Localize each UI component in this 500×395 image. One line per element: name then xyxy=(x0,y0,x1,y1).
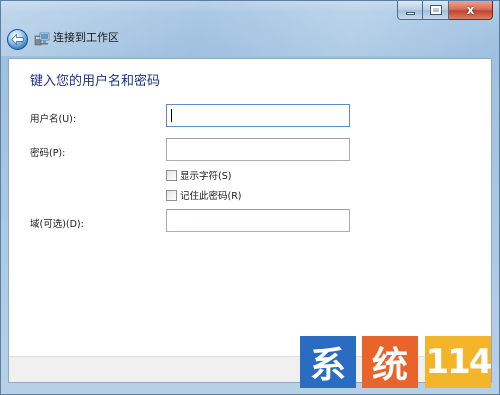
domain-label: 域(可选)(D): xyxy=(30,219,84,230)
minimize-icon xyxy=(405,11,415,15)
password-label: 密码(P): xyxy=(30,148,66,159)
remember-password-option[interactable]: 记住此密码(R) xyxy=(166,188,242,202)
maximize-button[interactable] xyxy=(423,1,449,20)
watermark-tile-1: 系 xyxy=(300,336,356,388)
username-field[interactable] xyxy=(166,104,350,127)
show-characters-checkbox[interactable] xyxy=(166,169,177,181)
remember-password-label: 记住此密码(R) xyxy=(180,191,242,202)
watermark-number: 114 xyxy=(425,342,493,382)
password-field[interactable] xyxy=(166,138,350,161)
watermark-char-1: 系 xyxy=(309,345,346,386)
maximize-icon xyxy=(429,5,442,15)
back-arrow-icon xyxy=(11,34,24,45)
minimize-button[interactable] xyxy=(397,1,423,20)
caption-buttons: x xyxy=(397,1,493,20)
text-cursor xyxy=(171,109,172,122)
window-title: 连接到工作区 xyxy=(53,31,119,44)
close-button[interactable]: x xyxy=(449,1,493,20)
page-heading: 键入您的用户名和密码 xyxy=(30,74,161,89)
network-workplace-icon xyxy=(34,32,50,46)
content-panel: 键入您的用户名和密码 用户名(U): 密码(P): 显示字符(S) 记住此密码(… xyxy=(8,58,492,383)
domain-field[interactable] xyxy=(166,209,350,232)
back-button[interactable] xyxy=(7,29,28,50)
watermark-tile-2: 统 xyxy=(362,336,418,388)
button-bar xyxy=(9,356,491,382)
watermark-char-2: 统 xyxy=(371,345,408,386)
remember-password-checkbox[interactable] xyxy=(166,189,177,201)
username-label: 用户名(U): xyxy=(30,114,77,125)
show-characters-option[interactable]: 显示字符(S) xyxy=(166,168,231,182)
close-icon: x xyxy=(466,3,475,17)
show-characters-label: 显示字符(S) xyxy=(180,171,232,182)
watermark-tile-3: 114 xyxy=(425,336,493,388)
